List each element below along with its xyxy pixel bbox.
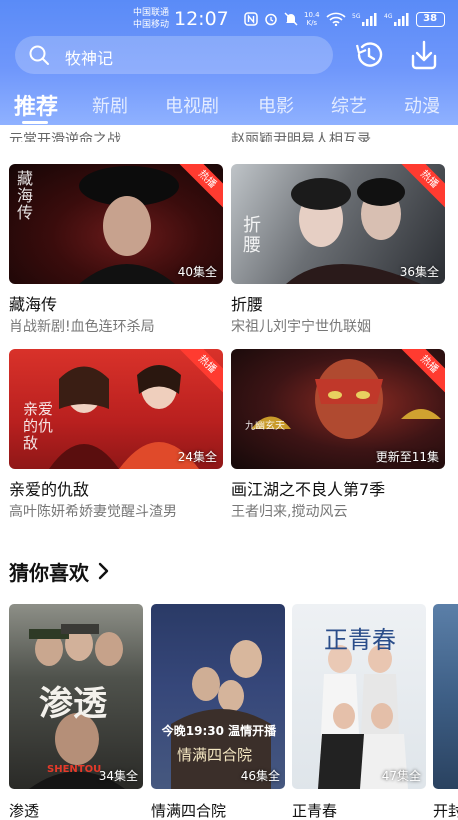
speed-unit: K/s [306,19,318,27]
episode-count: 更新至11集 [375,450,439,464]
status-time: 12:07 [174,8,229,30]
poster-image[interactable]: 今晚19:30 温情开播 情满四合院 46集全 [151,604,285,789]
history-icon[interactable] [353,39,385,71]
status-bar: 中国联通 中国移动 12:07 10.4 K/s 5G 4G 38 [0,0,458,34]
recommend-item-partial[interactable]: 开封 [433,604,458,820]
drama-subtitle: 王者归来,搅动风云 [231,504,348,520]
episode-count: 46集全 [240,769,280,783]
drama-title[interactable]: 画江湖之不良人第7季 [231,476,385,500]
mute-icon [284,12,298,26]
search-icon [29,45,49,65]
poster-title-art: 折腰 [243,215,261,256]
category-tabs: 推荐 新剧 电视剧 电影 综艺 动漫 [0,88,458,124]
poster-image[interactable]: 正青春 47集全 [292,604,426,789]
poster-title-art: 藏海传 [17,169,34,222]
drama-subtitle: 肖战新剧!血色连环杀局 [9,319,155,335]
poster-title-art: 九幽玄天 [245,421,285,432]
active-tab-indicator [22,121,48,124]
poster-image[interactable]: 折腰 热播 36集全 [231,164,445,284]
wifi-icon [326,12,346,26]
poster-image[interactable]: 九幽玄天 热播 更新至11集 [231,349,445,469]
drama-title[interactable]: 亲爱的仇敌 [9,476,89,500]
drama-title[interactable]: 藏海传 [9,291,57,315]
poster-tagline-art: 今晚19:30 温情开播 [161,724,277,738]
poster-title-art: 情满四合院 [177,746,253,764]
nfc-icon [244,12,258,26]
tab-variety[interactable]: 综艺 [331,92,367,118]
search-hint-text: 牧神记 [65,49,114,68]
poster-title-art: 正青春 [324,626,396,654]
tab-movie[interactable]: 电影 [258,92,294,118]
battery-indicator: 38 [415,11,445,27]
poster-image[interactable]: 藏海传 热播 40集全 [9,164,223,284]
poster-subtitle-art: SHENTOU [47,764,102,775]
drama-title[interactable]: 折腰 [231,291,263,315]
drama-subtitle: 高叶陈妍希娇妻觉醒斗渣男 [9,504,177,520]
svg-text:5G: 5G [352,13,361,20]
carrier-2: 中国移动 [133,20,170,30]
episode-count: 36集全 [399,265,439,279]
signal-4g-icon: 4G [384,13,409,26]
episode-count: 40集全 [177,265,217,279]
tab-new-drama[interactable]: 新剧 [92,92,128,118]
signal-5g-icon: 5G [352,13,377,26]
alarm-icon [265,13,277,26]
partial-subtitle-left: 元常开滑逆命之战 [9,132,121,142]
carrier-labels: 中国联通 中国移动 [133,7,169,31]
app-header: 中国联通 中国移动 12:07 10.4 K/s 5G 4G 38 牧神记 推荐… [0,0,458,125]
tab-anime[interactable]: 动漫 [404,92,440,118]
svg-text:4G: 4G [384,13,393,20]
item-title[interactable]: 情满四合院 [151,800,226,820]
item-title[interactable]: 开封 [433,800,458,820]
search-bar[interactable]: 牧神记 [15,36,333,74]
tab-tv-series[interactable]: 电视剧 [165,92,219,118]
chevron-right-icon[interactable] [98,562,110,580]
poster-image[interactable]: 渗透 SHENTOU 34集全 [9,604,143,789]
episode-count: 24集全 [177,450,217,464]
tab-recommend[interactable]: 推荐 [14,89,58,121]
status-icons: 10.4 K/s 5G 4G 38 [244,10,445,28]
item-title[interactable]: 渗透 [9,800,39,820]
partial-subtitle-right: 赵丽颖尹明易人相互录 [231,132,371,142]
carrier-1: 中国联通 [133,8,170,18]
drama-subtitle: 宋祖儿刘宇宁世仇联姻 [231,319,371,335]
episode-count: 34集全 [98,769,138,783]
poster-title-art: 亲爱的仇敌 [23,400,54,452]
speed-value: 10.4 [304,11,320,19]
section-title[interactable]: 猜你喜欢 [9,557,89,586]
download-icon[interactable] [408,39,440,71]
episode-count: 47集全 [381,769,421,783]
poster-image[interactable]: 亲爱的仇敌 热播 24集全 [9,349,223,469]
poster-title-art: 渗透 [39,684,107,724]
poster-image[interactable] [433,604,458,789]
item-title[interactable]: 正青春 [292,800,337,820]
network-speed: 10.4 K/s [304,11,320,27]
